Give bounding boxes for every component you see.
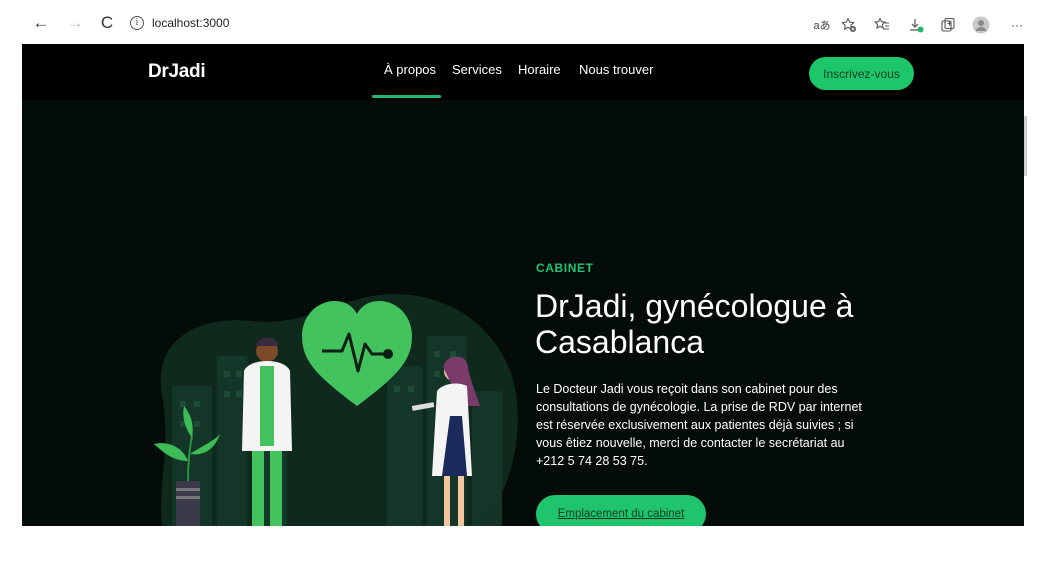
nav-link-nous-trouver[interactable]: Nous trouver (579, 62, 653, 77)
active-nav-indicator (372, 95, 441, 98)
address-bar[interactable]: i localhost:3000 (130, 16, 229, 30)
more-icon[interactable]: ··· (1006, 16, 1028, 34)
favorite-add-icon[interactable] (839, 16, 859, 34)
read-aloud-icon[interactable]: aあ (812, 16, 832, 34)
hero-title: DrJadi, gynécologue à Casablanca (535, 288, 854, 360)
url-text: localhost:3000 (152, 16, 230, 30)
profile-icon[interactable] (971, 16, 991, 34)
site-logo[interactable]: DrJadi (148, 61, 206, 83)
reload-button[interactable]: C (96, 12, 118, 34)
reload-icon: C (100, 13, 114, 32)
forward-button[interactable]: → (64, 12, 86, 34)
favorites-icon[interactable] (872, 16, 892, 34)
collections-icon[interactable] (938, 16, 958, 34)
site-info-icon[interactable]: i (130, 16, 144, 30)
hero-label: CABINET (536, 261, 594, 275)
hero-description: Le Docteur Jadi vous reçoit dans son cab… (536, 382, 862, 468)
page-scrollbar[interactable] (1024, 116, 1027, 176)
downloads-icon[interactable] (906, 16, 926, 34)
location-button[interactable]: Emplacement du cabinet (536, 495, 706, 526)
nav-link-a-propos[interactable]: À propos (384, 62, 436, 77)
page-viewport: DrJadi À propos Services Horaire Nous tr… (22, 44, 1024, 526)
signup-button[interactable]: Inscrivez-vous (809, 57, 914, 90)
browser-toolbar: ← → C i localhost:3000 aあ ··· (0, 0, 1043, 44)
nav-link-services[interactable]: Services (452, 62, 502, 77)
back-button[interactable]: ← (30, 12, 52, 34)
forward-arrow-icon: → (66, 13, 84, 32)
hero-illustration (132, 276, 532, 526)
site-header: DrJadi À propos Services Horaire Nous tr… (22, 44, 1024, 100)
back-arrow-icon: ← (32, 13, 50, 32)
nav-link-horaire[interactable]: Horaire (518, 62, 561, 77)
